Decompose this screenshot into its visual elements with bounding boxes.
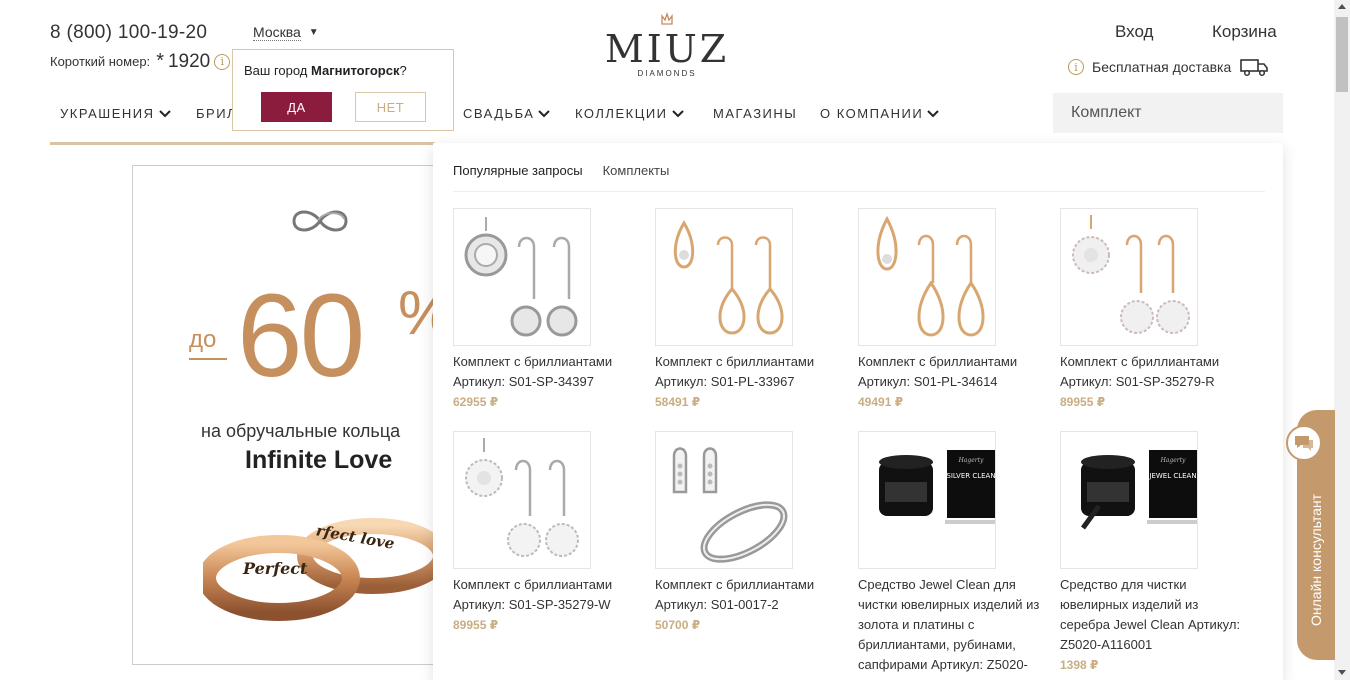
caret-down-icon[interactable]: ▼: [309, 27, 319, 38]
city-confirm-text: Ваш город Магнитогорск?: [244, 63, 407, 78]
scrollbar-thumb[interactable]: [1336, 17, 1348, 92]
search-input[interactable]: [1071, 104, 1278, 122]
main-nav: УКРАШЕНИЯ БРИЛ СВАДЬБА КОЛЛЕКЦИИ МАГАЗИН…: [60, 106, 939, 121]
product-title[interactable]: Комплект с бриллиантами Артикул: S01-SP-…: [453, 575, 643, 615]
nav-item-jewelry[interactable]: УКРАШЕНИЯ: [60, 106, 196, 121]
nav-item-label: СВАДЬБА: [463, 106, 535, 121]
chat-icon[interactable]: [1286, 425, 1322, 461]
product-price: 50700 ₽: [655, 618, 701, 632]
nav-item-wedding[interactable]: СВАДЬБА: [463, 106, 575, 121]
tab-sets[interactable]: Комплекты: [603, 163, 670, 178]
promo-prefix: до: [189, 326, 217, 353]
nav-item-stores[interactable]: МАГАЗИНЫ: [713, 106, 820, 121]
product-image[interactable]: JEWEL CLEAN Hagerty: [1060, 431, 1198, 569]
info-icon[interactable]: i: [214, 53, 231, 70]
short-number-star: *: [156, 50, 164, 72]
product-price: 58491 ₽: [655, 395, 701, 409]
info-icon[interactable]: i: [1068, 59, 1084, 75]
scroll-up-arrow-icon[interactable]: [1338, 4, 1346, 9]
product-title[interactable]: Комплект с бриллиантами Артикул: S01-SP-…: [1060, 352, 1250, 392]
product-card[interactable]: Комплект с бриллиантами Артикул: S01-001…: [655, 431, 845, 635]
city-confirm-prefix: Ваш город: [244, 63, 311, 78]
product-title[interactable]: Комплект с бриллиантами Артикул: S01-SP-…: [453, 352, 643, 392]
cart-link[interactable]: Корзина: [1212, 22, 1277, 42]
product-image[interactable]: [453, 208, 591, 346]
nav-item-about[interactable]: О КОМПАНИИ: [820, 106, 939, 121]
search-dropdown: Популярные запросы Комплекты Комплект с …: [433, 143, 1283, 680]
page: 8 (800) 100-19-20 Короткий номер: * 1920…: [0, 0, 1350, 680]
product-price: 1398 ₽: [1060, 658, 1099, 672]
city-selector[interactable]: Москва ▼: [253, 24, 319, 41]
nav-item-collections[interactable]: КОЛЛЕКЦИИ: [575, 106, 713, 121]
product-price: 49491 ₽: [858, 395, 904, 409]
svg-text:JEWEL CLEAN: JEWEL CLEAN: [1148, 472, 1196, 480]
delivery-label: Бесплатная доставка: [1092, 59, 1232, 75]
nav-item-label: КОЛЛЕКЦИИ: [575, 106, 668, 121]
short-number-value: 1920: [167, 50, 211, 72]
scroll-down-arrow-icon[interactable]: [1338, 670, 1346, 675]
product-image[interactable]: [453, 431, 591, 569]
search-box[interactable]: [1053, 93, 1283, 133]
chevron-down-icon: [158, 109, 171, 117]
promo-prefix-line: [189, 358, 227, 360]
divider: [453, 191, 1265, 192]
search-dropdown-tabs: Популярные запросы Комплекты: [453, 163, 669, 178]
product-card[interactable]: SILVER CLEAN Hagerty Средство Jewel Clea…: [858, 431, 1048, 680]
rings-image: Perfect rfect love: [203, 518, 441, 621]
product-card[interactable]: Комплект с бриллиантами Артикул: S01-PL-…: [655, 208, 845, 412]
city-confirm-popup: Ваш город Магнитогорск? ДА НЕТ: [232, 49, 454, 131]
svg-text:SILVER CLEAN: SILVER CLEAN: [946, 472, 995, 480]
product-image[interactable]: [655, 431, 793, 569]
product-title[interactable]: Комплект с бриллиантами Артикул: S01-PL-…: [655, 352, 845, 392]
scrollbar[interactable]: [1334, 0, 1350, 680]
short-number-label: Короткий номер:: [50, 54, 151, 69]
free-delivery[interactable]: i Бесплатная доставка: [1068, 57, 1269, 77]
online-consultant-label[interactable]: Онлайн консультант: [1302, 470, 1330, 650]
nav-underline: [50, 142, 435, 145]
ring-engraving-1: Perfect: [242, 559, 308, 578]
product-card[interactable]: Комплект с бриллиантами Артикул: S01-SP-…: [453, 208, 643, 412]
no-button[interactable]: НЕТ: [355, 92, 426, 122]
city-name[interactable]: Москва: [253, 24, 301, 41]
logo-text: MIUZ: [604, 27, 730, 71]
city-confirm-suffix: ?: [399, 63, 407, 78]
tab-popular-queries[interactable]: Популярные запросы: [453, 163, 583, 178]
yes-button[interactable]: ДА: [261, 92, 332, 122]
promo-banner[interactable]: до 60 % на обручальные кольца Infinite L…: [132, 165, 442, 665]
product-price: 62955 ₽: [453, 395, 499, 409]
product-image[interactable]: SILVER CLEAN Hagerty: [858, 431, 996, 569]
product-image[interactable]: [858, 208, 996, 346]
promo-collection-name: Infinite Love: [245, 446, 393, 474]
truck-icon: [1240, 59, 1269, 77]
login-link[interactable]: Вход: [1115, 22, 1153, 42]
product-card[interactable]: Комплект с бриллиантами Артикул: S01-PL-…: [858, 208, 1048, 412]
product-card[interactable]: Комплект с бриллиантами Артикул: S01-SP-…: [1060, 208, 1250, 412]
chevron-down-icon: [927, 109, 939, 117]
promo-discount: 60: [237, 270, 365, 402]
product-card[interactable]: JEWEL CLEAN Hagerty Средство для чистки …: [1060, 431, 1250, 675]
product-image[interactable]: [655, 208, 793, 346]
svg-text:Hagerty: Hagerty: [1160, 457, 1186, 464]
nav-item-label: УКРАШЕНИЯ: [60, 106, 155, 121]
promo-subtitle: на обручальные кольца: [201, 421, 401, 441]
product-title[interactable]: Комплект с бриллиантами Артикул: S01-001…: [655, 575, 845, 615]
logo[interactable]: MIUZ DIAMONDS: [604, 11, 730, 78]
product-card[interactable]: Комплект с бриллиантами Артикул: S01-SP-…: [453, 431, 643, 635]
product-title[interactable]: Комплект с бриллиантами Артикул: S01-PL-…: [858, 352, 1048, 392]
product-price: 89955 ₽: [1060, 395, 1106, 409]
product-image[interactable]: [1060, 208, 1198, 346]
phone-number[interactable]: 8 (800) 100-19-20: [50, 22, 207, 44]
nav-item-label: БРИЛ: [196, 106, 238, 121]
svg-text:Hagerty: Hagerty: [958, 457, 984, 464]
nav-item-label: МАГАЗИНЫ: [713, 106, 798, 121]
product-price: 89955 ₽: [453, 618, 499, 632]
product-title[interactable]: Средство для чистки ювелирных изделий из…: [1060, 575, 1250, 655]
nav-item-label: О КОМПАНИИ: [820, 106, 924, 121]
product-title[interactable]: Средство Jewel Clean для чистки ювелирны…: [858, 575, 1048, 680]
infinity-icon: [292, 210, 348, 232]
chevron-down-icon: [538, 109, 551, 117]
city-confirm-city: Магнитогорск: [311, 63, 400, 78]
short-number: Короткий номер: * 1920 i: [50, 50, 231, 73]
chevron-down-icon: [671, 109, 684, 117]
